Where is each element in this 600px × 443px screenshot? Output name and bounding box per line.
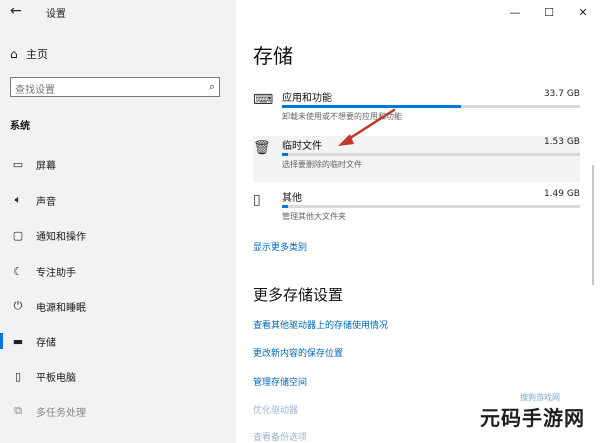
search-input[interactable]: 查找设置 ⌕	[10, 77, 220, 97]
sidebar-item-tablet[interactable]: ▯ 平板电脑	[0, 362, 236, 390]
moon-icon: ☾	[13, 264, 23, 278]
sidebar: ← 设置 ⌂ 主页 查找设置 ⌕ 系统 ▭ 屏幕 🔈︎ 声音 ▢ 通知和操作 ☾…	[0, 0, 236, 443]
sidebar-item-focus-assist[interactable]: ☾ 专注助手	[0, 257, 236, 285]
notification-icon: ▢	[12, 228, 24, 242]
home-nav-item[interactable]: ⌂ 主页	[10, 46, 48, 62]
watermark-logo: 元码手游网	[480, 406, 585, 430]
sidebar-item-multitasking[interactable]: ⧉ 多任务处理	[0, 397, 236, 425]
home-icon: ⌂	[10, 47, 18, 61]
power-icon: ⏻	[13, 299, 23, 312]
sidebar-item-notifications[interactable]: ▢ 通知和操作	[0, 221, 236, 249]
sidebar-item-label: 专注助手	[36, 267, 76, 279]
section-title-system: 系统	[10, 121, 30, 132]
sidebar-item-label: 通知和操作	[36, 231, 86, 243]
sidebar-item-label: 声音	[36, 196, 56, 208]
back-arrow-icon[interactable]: ←	[10, 3, 22, 19]
sidebar-item-label: 平板电脑	[36, 372, 76, 384]
sidebar-item-label: 电源和睡眠	[36, 302, 86, 314]
tablet-icon: ▯	[14, 369, 22, 383]
home-label: 主页	[26, 48, 48, 61]
window-titlebar: ← 设置	[0, 0, 236, 24]
multitask-icon: ⧉	[14, 404, 22, 417]
sidebar-item-label: 屏幕	[36, 160, 56, 172]
search-icon[interactable]: ⌕	[209, 80, 215, 94]
storage-icon: ▬	[12, 334, 24, 348]
sidebar-item-power-sleep[interactable]: ⏻ 电源和睡眠	[0, 292, 236, 320]
sidebar-item-storage[interactable]: ▬ 存储	[0, 327, 236, 355]
annotation-arrow	[338, 108, 396, 146]
sidebar-item-label: 多任务处理	[36, 407, 86, 419]
sidebar-item-display[interactable]: ▭ 屏幕	[0, 150, 236, 178]
window-title: 设置	[46, 9, 66, 20]
sidebar-item-sound[interactable]: 🔈︎ 声音	[0, 186, 236, 214]
main-panel: — ☐ ✕ 存储 ⌨ 应用和功能 33.7 GB 卸载未使用或不想要的应用和功能…	[236, 0, 600, 443]
speaker-icon: 🔈︎	[14, 193, 22, 206]
monitor-icon: ▭	[12, 157, 24, 171]
sidebar-item-label: 存储	[36, 337, 56, 349]
search-placeholder: 查找设置	[15, 85, 55, 96]
